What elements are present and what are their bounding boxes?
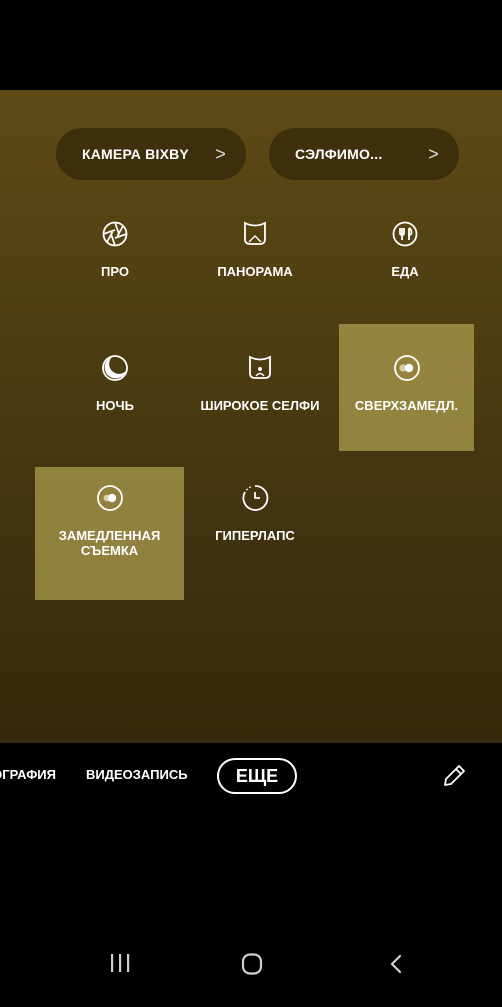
super-slow-icon: [393, 354, 421, 382]
mode-night[interactable]: НОЧЬ: [40, 354, 190, 413]
mode-wide-selfie[interactable]: ШИРОКОЕ СЕЛФИ: [180, 354, 340, 413]
mode-pro-label: ПРО: [101, 264, 129, 279]
mode-hyperlapse-label: ГИПЕРЛАПС: [215, 528, 295, 543]
home-icon[interactable]: [240, 952, 264, 981]
slow-motion-icon: [96, 484, 124, 512]
viewfinder: КАМЕРА BIXBY > СЭЛФИМО... > ПРО ПАНОРАМА: [0, 90, 502, 743]
mode-slow-motion[interactable]: ЗАМЕДЛЕННАЯ СЪЕМКА: [35, 467, 184, 600]
mode-pro[interactable]: ПРО: [40, 220, 190, 279]
mode-food-label: ЕДА: [391, 264, 419, 279]
tab-video[interactable]: ВИДЕОЗАПИСЬ: [86, 767, 188, 782]
wide-selfie-icon: [246, 354, 274, 382]
mode-hyperlapse[interactable]: ГИПЕРЛАПС: [180, 484, 330, 543]
tab-more[interactable]: ЕЩЕ: [217, 758, 297, 794]
tab-more-label: ЕЩЕ: [235, 765, 279, 786]
mode-food[interactable]: ЕДА: [330, 220, 480, 279]
mode-super-slow[interactable]: СВЕРХЗАМЕДЛ.: [339, 324, 474, 451]
tab-photo[interactable]: ФОТОГРАФИЯ: [0, 767, 56, 782]
selfie-mode-label: СЭЛФИМО...: [295, 146, 383, 162]
mode-panorama-label: ПАНОРАМА: [217, 264, 293, 279]
recent-apps-icon[interactable]: [108, 952, 132, 979]
moon-icon: [101, 354, 129, 382]
mode-night-label: НОЧЬ: [96, 398, 134, 413]
chevron-right-icon: >: [428, 143, 439, 164]
status-area: [0, 0, 502, 90]
bixby-camera-label: КАМЕРА BIXBY: [82, 146, 189, 162]
mode-slow-motion-label: ЗАМЕДЛЕННАЯ СЪЕМКА: [58, 528, 161, 558]
fork-knife-icon: [391, 220, 419, 248]
aperture-icon: [101, 220, 129, 248]
selfie-mode-button[interactable]: СЭЛФИМО... >: [269, 128, 459, 180]
bixby-camera-button[interactable]: КАМЕРА BIXBY >: [56, 128, 246, 180]
mode-super-slow-label: СВЕРХЗАМЕДЛ.: [354, 398, 459, 413]
mode-wide-selfie-label: ШИРОКОЕ СЕЛФИ: [200, 398, 320, 413]
camera-mode-bar: ФОТОГРАФИЯ ВИДЕОЗАПИСЬ ЕЩЕ: [0, 743, 502, 813]
pencil-icon[interactable]: [441, 763, 467, 789]
hyperlapse-icon: [241, 484, 269, 512]
chevron-right-icon: >: [215, 143, 226, 164]
system-nav-bar: [0, 940, 502, 1007]
back-icon[interactable]: [386, 952, 408, 981]
mode-panorama[interactable]: ПАНОРАМА: [180, 220, 330, 279]
panorama-icon: [241, 220, 269, 248]
